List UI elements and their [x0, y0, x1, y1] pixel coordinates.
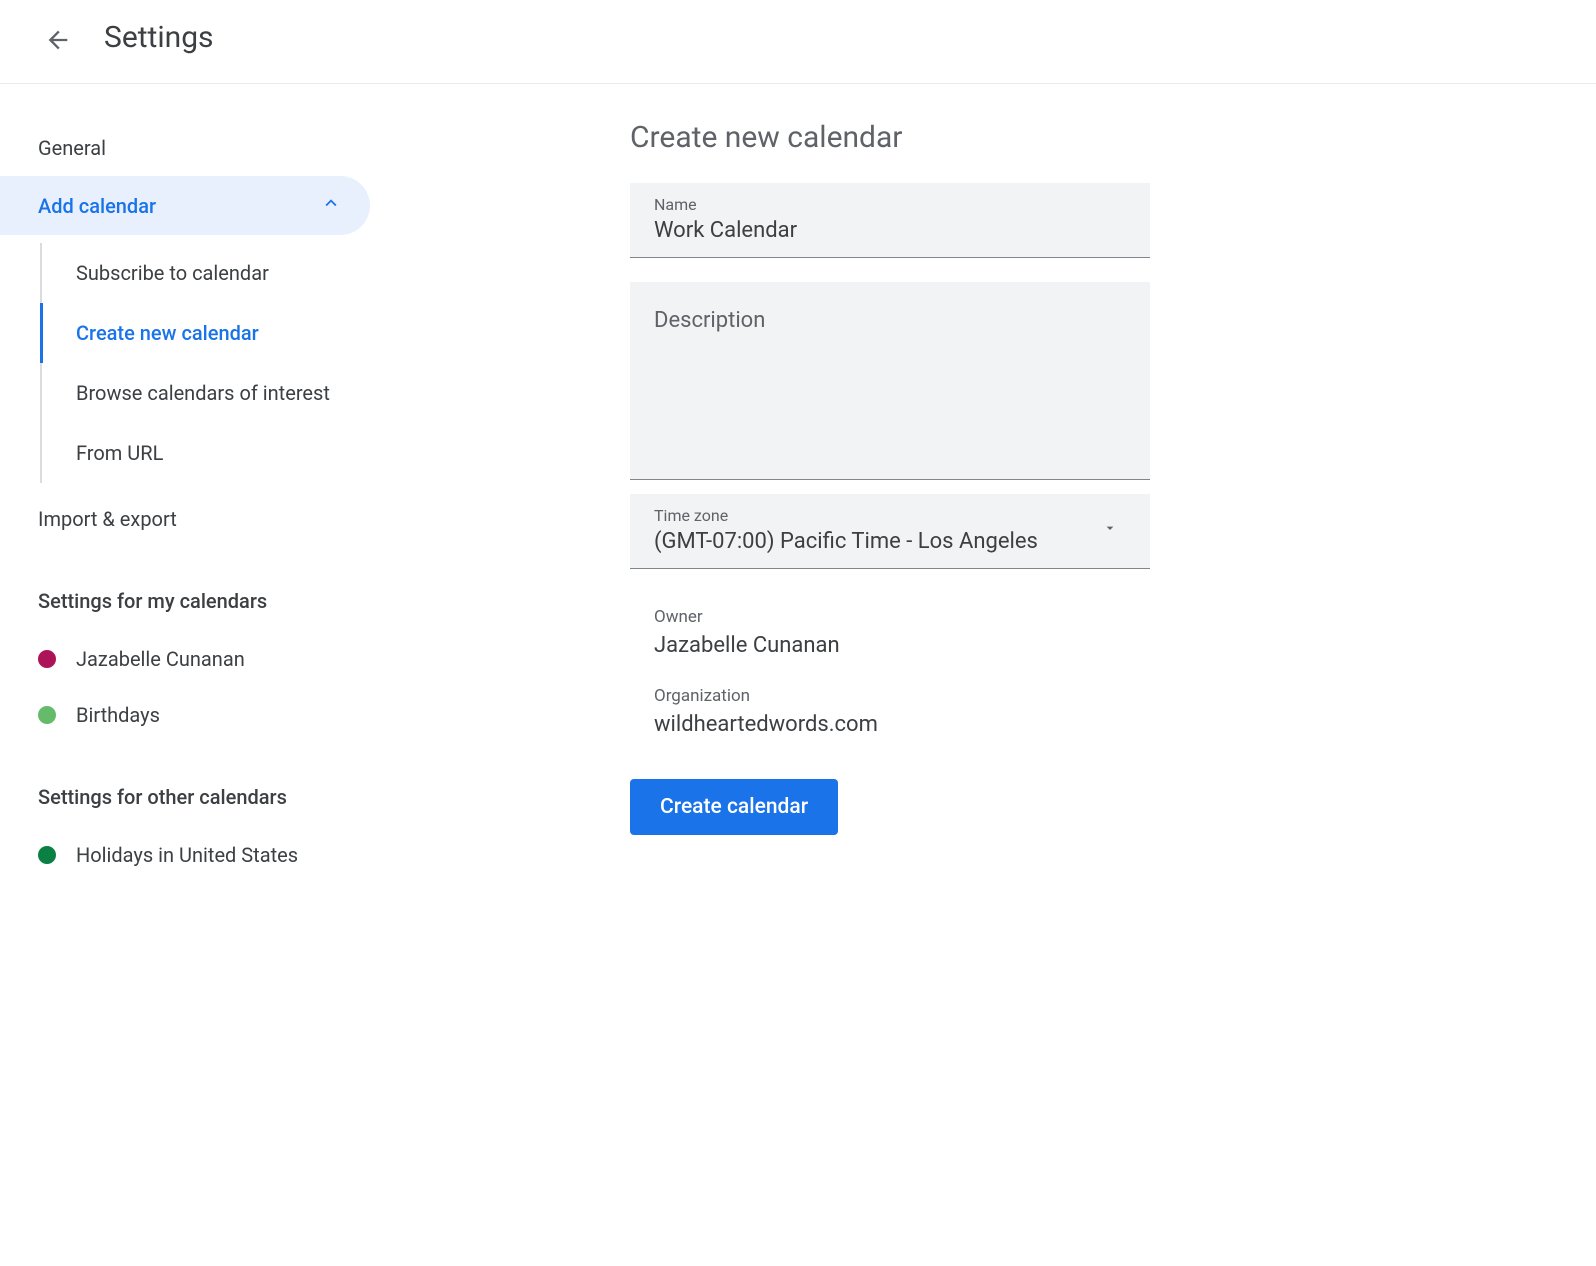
calendar-label: Jazabelle Cunanan: [76, 647, 245, 671]
name-label: Name: [654, 195, 1126, 214]
name-field[interactable]: Name: [630, 183, 1150, 258]
subitem-subscribe[interactable]: Subscribe to calendar: [42, 243, 400, 303]
chevron-up-icon: [320, 192, 342, 219]
timezone-label: Time zone: [654, 506, 1102, 525]
sidebar-item-add-calendar[interactable]: Add calendar: [0, 176, 370, 235]
main-title: Create new calendar: [630, 120, 1150, 155]
sidebar-item-general[interactable]: General: [0, 120, 400, 176]
timezone-value: (GMT-07:00) Pacific Time - Los Angeles: [654, 529, 1102, 554]
calendar-label: Holidays in United States: [76, 843, 298, 867]
subitem-browse[interactable]: Browse calendars of interest: [42, 363, 400, 423]
sidebar-item-import-export[interactable]: Import & export: [0, 491, 400, 547]
my-calendars-header: Settings for my calendars: [0, 571, 400, 631]
color-dot: [38, 846, 56, 864]
subitem-create-new[interactable]: Create new calendar: [40, 303, 400, 363]
subitem-from-url[interactable]: From URL: [42, 423, 400, 483]
timezone-field[interactable]: Time zone (GMT-07:00) Pacific Time - Los…: [630, 494, 1150, 569]
calendar-item-birthdays[interactable]: Birthdays: [0, 687, 400, 743]
dropdown-arrow-icon: [1102, 520, 1126, 540]
sidebar: General Add calendar Subscribe to calend…: [0, 120, 400, 883]
sidebar-item-label: Add calendar: [38, 194, 156, 218]
owner-value: Jazabelle Cunanan: [654, 633, 1126, 658]
calendar-item-jazabelle[interactable]: Jazabelle Cunanan: [0, 631, 400, 687]
color-dot: [38, 650, 56, 668]
header: Settings: [0, 0, 1596, 84]
organization-value: wildheartedwords.com: [654, 712, 1126, 737]
other-calendars-header: Settings for other calendars: [0, 767, 400, 827]
owner-label: Owner: [654, 607, 1126, 627]
color-dot: [38, 706, 56, 724]
organization-label: Organization: [654, 686, 1126, 706]
owner-block: Owner Jazabelle Cunanan: [630, 593, 1150, 672]
page-title: Settings: [104, 20, 214, 55]
organization-block: Organization wildheartedwords.com: [630, 672, 1150, 751]
name-input[interactable]: [654, 218, 1126, 243]
main-content: Create new calendar Name Description Tim…: [400, 120, 1210, 883]
calendar-label: Birthdays: [76, 703, 160, 727]
description-label: Description: [654, 294, 1126, 333]
calendar-item-holidays-us[interactable]: Holidays in United States: [0, 827, 400, 883]
create-calendar-button[interactable]: Create calendar: [630, 779, 838, 835]
description-field[interactable]: Description: [630, 282, 1150, 480]
back-arrow-icon[interactable]: [44, 26, 68, 50]
add-calendar-submenu: Subscribe to calendar Create new calenda…: [40, 243, 400, 483]
